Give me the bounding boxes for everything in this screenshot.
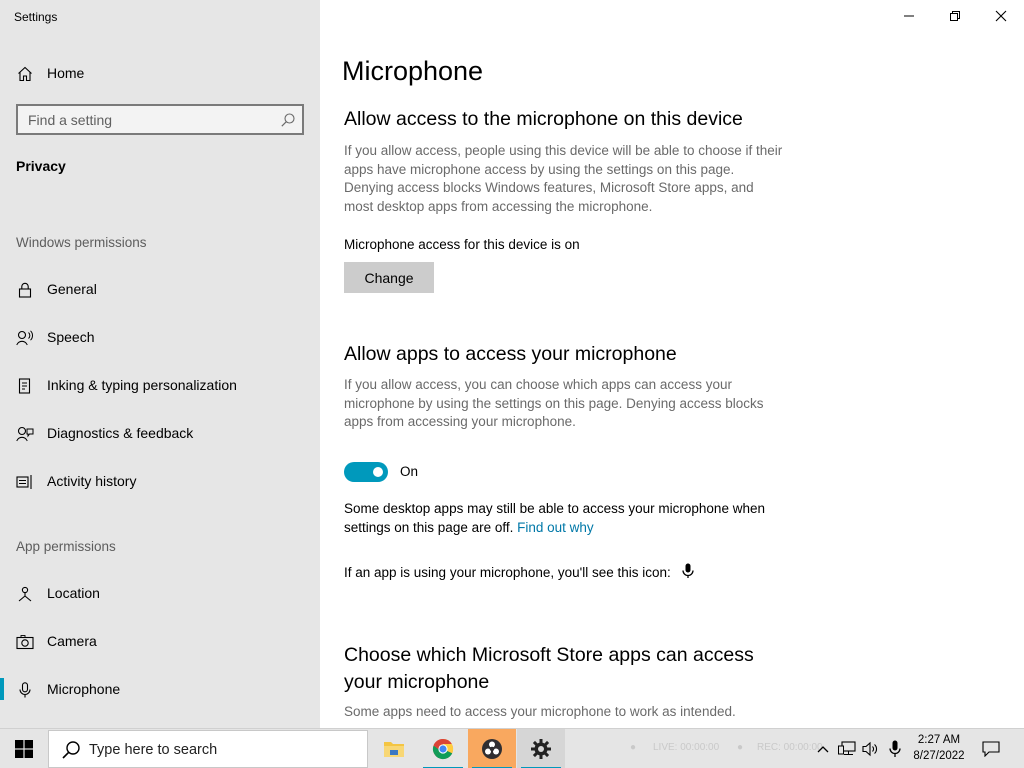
find-setting-input[interactable]	[18, 106, 268, 133]
sidebar-item-label: Speech	[47, 329, 95, 345]
close-icon	[995, 10, 1007, 22]
chevron-up-icon	[817, 746, 829, 753]
sidebar-item-general[interactable]: General	[0, 269, 320, 309]
apps-access-toggle[interactable]	[344, 462, 388, 482]
lock-icon	[16, 281, 34, 299]
device-access-description: If you allow access, people using this d…	[344, 143, 783, 215]
search-icon[interactable]	[280, 112, 296, 128]
microphone-icon	[681, 563, 694, 578]
show-hidden-icons-button[interactable]	[813, 739, 833, 759]
taskbar-app-file-explorer[interactable]	[370, 729, 418, 768]
sidebar: Settings Home Privacy Windows permission…	[0, 0, 320, 728]
windows-permissions-heading: Windows permissions	[16, 235, 147, 250]
clock-time: 2:27 AM	[917, 734, 961, 746]
find-out-why-link[interactable]: Find out why	[517, 520, 594, 535]
sidebar-item-label: Diagnostics & feedback	[47, 425, 194, 441]
sidebar-item-label: Microphone	[47, 681, 121, 697]
minimize-icon	[904, 15, 914, 17]
volume-icon	[862, 741, 877, 757]
sidebar-item-camera[interactable]: Camera	[0, 621, 320, 661]
restore-button[interactable]	[932, 0, 978, 32]
change-button[interactable]: Change	[344, 262, 434, 293]
restore-icon	[950, 11, 960, 21]
taskbar-search-placeholder: Type here to search	[89, 742, 218, 758]
taskbar-app-obs[interactable]	[468, 729, 516, 768]
microphone-icon	[889, 740, 901, 757]
diagnostics-icon	[16, 425, 34, 443]
home-icon	[16, 65, 34, 83]
obs-icon	[482, 739, 502, 759]
action-center-button[interactable]	[981, 739, 1001, 759]
obs-live-status: LIVE: 00:00:00	[653, 742, 720, 753]
taskbar-app-settings[interactable]	[517, 729, 565, 768]
sidebar-item-home[interactable]: Home	[0, 53, 320, 93]
mic-icon-note-text: If an app is using your microphone, you'…	[344, 565, 671, 580]
sidebar-item-speech[interactable]: Speech	[0, 317, 320, 357]
mic-icon-note: If an app is using your microphone, you'…	[344, 563, 695, 580]
obs-rec-dot: ●	[737, 742, 744, 753]
sidebar-item-activity-history[interactable]: Activity history	[0, 461, 320, 501]
microphone-in-use-indicator[interactable]	[885, 739, 905, 759]
app-permissions-heading: App permissions	[16, 539, 116, 554]
sidebar-item-label: Activity history	[47, 473, 137, 489]
apps-access-description: If you allow access, you can choose whic…	[344, 377, 764, 430]
clock-date: 8/27/2022	[913, 750, 965, 762]
main-content: Microphone Allow access to the microphon…	[320, 0, 1024, 728]
taskbar-clock[interactable]: 2:27 AM 8/27/2022	[907, 732, 971, 764]
privacy-heading: Privacy	[16, 158, 66, 174]
file-explorer-icon	[384, 742, 404, 757]
sidebar-item-label: Home	[47, 65, 85, 81]
sidebar-item-diagnostics[interactable]: Diagnostics & feedback	[0, 413, 320, 453]
sidebar-item-label: Location	[47, 585, 100, 601]
settings-gear-icon	[531, 739, 551, 759]
start-button[interactable]	[0, 729, 48, 768]
device-access-status: Microphone access for this device is on	[344, 237, 580, 252]
location-icon	[16, 585, 34, 603]
page-title: Microphone	[342, 56, 484, 86]
taskbar: Type here to search ● LIVE: 00:00:00 ● R…	[0, 728, 1024, 768]
network-button[interactable]	[837, 739, 857, 759]
volume-button[interactable]	[861, 739, 881, 759]
taskbar-app-chrome[interactable]	[419, 729, 467, 768]
notifications-icon	[982, 741, 1000, 757]
minimize-button[interactable]	[886, 0, 932, 32]
sidebar-item-label: Inking & typing personalization	[47, 377, 237, 393]
close-button[interactable]	[978, 0, 1024, 32]
activity-history-icon	[16, 473, 34, 491]
sidebar-item-label: Camera	[47, 633, 97, 649]
store-apps-description: Some apps need to access your microphone…	[344, 704, 736, 719]
desktop-apps-note: Some desktop apps may still be able to a…	[344, 500, 794, 537]
taskbar-search[interactable]: Type here to search	[48, 730, 368, 768]
app-title: Settings	[14, 10, 58, 24]
device-access-heading: Allow access to the microphone on this d…	[344, 108, 743, 130]
search-icon	[62, 741, 80, 759]
camera-icon	[16, 633, 34, 651]
store-apps-heading: Choose which Microsoft Store apps can ac…	[344, 644, 754, 693]
sidebar-item-location[interactable]: Location	[0, 573, 320, 613]
find-setting-search[interactable]	[16, 104, 304, 135]
chrome-icon	[432, 738, 454, 760]
obs-live-dot: ●	[630, 742, 637, 753]
sidebar-item-inking[interactable]: Inking & typing personalization	[0, 365, 320, 405]
inking-icon	[16, 377, 34, 395]
sidebar-item-label: General	[47, 281, 97, 297]
windows-logo-icon	[15, 740, 33, 758]
toggle-knob	[373, 467, 383, 477]
speech-icon	[16, 329, 34, 347]
microphone-icon	[16, 681, 34, 699]
toggle-state-label: On	[400, 464, 419, 479]
network-icon	[838, 741, 856, 755]
apps-access-heading: Allow apps to access your microphone	[344, 343, 677, 365]
sidebar-item-microphone[interactable]: Microphone	[0, 669, 320, 709]
